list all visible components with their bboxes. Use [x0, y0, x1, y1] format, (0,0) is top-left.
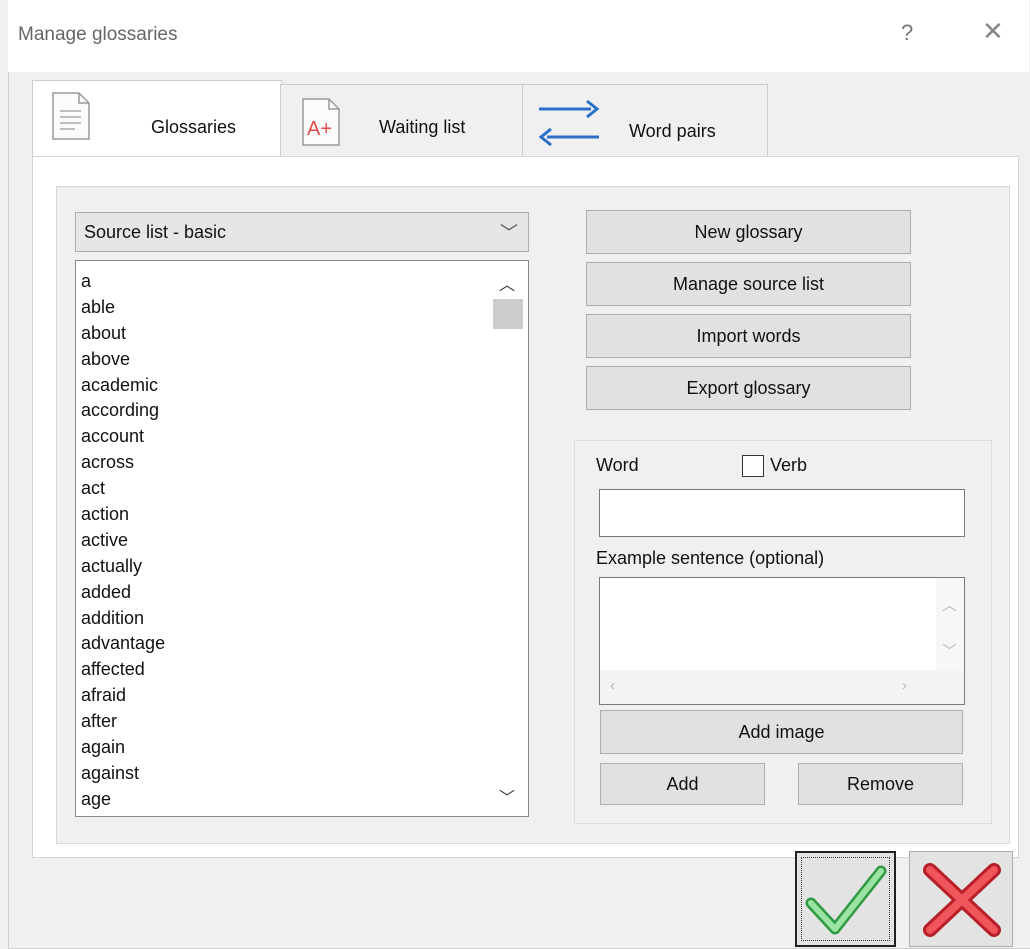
scroll-down-icon[interactable]: ﹀ [499, 784, 515, 808]
list-item[interactable]: afraid [81, 683, 165, 709]
tab-waiting-list-label: Waiting list [379, 117, 466, 137]
list-item[interactable]: actually [81, 554, 165, 580]
scroll-up-icon[interactable]: ︿ [942, 594, 957, 615]
list-item[interactable]: able [81, 295, 165, 321]
add-image-button[interactable]: Add image [600, 710, 963, 754]
list-item[interactable]: act [81, 476, 165, 502]
tab-glossaries-label: Glossaries [151, 117, 237, 137]
ok-button[interactable] [795, 851, 896, 947]
example-horizontal-scrollbar[interactable]: ‹ › [600, 670, 964, 704]
checkmark-icon [805, 865, 887, 935]
swap-arrows-icon [537, 95, 601, 156]
tab-word-pairs-label: Word pairs [629, 121, 716, 141]
word-list[interactable]: a able about above academic according account a… [75, 260, 529, 817]
source-list-value: Source list - basic [84, 222, 227, 242]
source-list-select[interactable]: Source list - basic ﹀ [75, 212, 529, 252]
scroll-right-icon[interactable]: › [902, 677, 907, 694]
add-button[interactable]: Add [600, 763, 765, 805]
list-item[interactable]: a [81, 269, 165, 295]
list-item[interactable]: addition [81, 606, 165, 632]
scroll-up-icon[interactable]: ︿ [499, 271, 515, 295]
example-vertical-scrollbar[interactable]: ︿ ﹀ [936, 578, 964, 672]
document-icon [51, 91, 91, 146]
help-button[interactable]: ? [901, 20, 913, 46]
word-list-scrollbar[interactable]: ︿ ﹀ [492, 261, 528, 816]
scroll-thumb[interactable] [493, 299, 523, 329]
remove-button[interactable]: Remove [798, 763, 963, 805]
title-bar: Manage glossaries ? ✕ [8, 0, 1029, 72]
export-glossary-button[interactable]: Export glossary [586, 366, 911, 410]
grade-a-plus-icon: A+ [301, 97, 341, 152]
list-item[interactable]: account [81, 424, 165, 450]
list-item[interactable]: according [81, 398, 165, 424]
window-title: Manage glossaries [18, 24, 178, 45]
list-item[interactable]: active [81, 528, 165, 554]
list-item[interactable]: action [81, 502, 165, 528]
close-button[interactable]: ✕ [982, 16, 1004, 47]
tab-glossaries[interactable]: Glossaries [32, 80, 282, 161]
list-item[interactable]: affected [81, 657, 165, 683]
word-list-items: a able about above academic according account a… [81, 269, 165, 813]
list-item[interactable]: across [81, 450, 165, 476]
import-words-button[interactable]: Import words [586, 314, 911, 358]
chevron-down-icon: ﹀ [500, 223, 518, 243]
scroll-down-icon[interactable]: ﹀ [942, 640, 957, 661]
word-label: Word [596, 455, 639, 475]
verb-label: Verb [770, 455, 808, 475]
list-item[interactable]: above [81, 347, 165, 373]
manage-source-list-button[interactable]: Manage source list [586, 262, 911, 306]
word-input[interactable] [599, 489, 965, 537]
scroll-left-icon[interactable]: ‹ [610, 677, 615, 694]
example-sentence-textarea[interactable]: ︿ ﹀ ‹ › [599, 577, 965, 705]
list-item[interactable]: academic [81, 373, 165, 399]
verb-checkbox[interactable] [742, 455, 764, 477]
new-glossary-button[interactable]: New glossary [586, 210, 911, 254]
list-item[interactable]: age [81, 787, 165, 813]
tab-waiting-list[interactable]: A+ Waiting list [280, 84, 524, 159]
list-item[interactable]: about [81, 321, 165, 347]
list-item[interactable]: added [81, 580, 165, 606]
example-sentence-label: Example sentence (optional) [596, 548, 825, 568]
list-item[interactable]: against [81, 761, 165, 787]
list-item[interactable]: advantage [81, 631, 165, 657]
list-item[interactable]: again [81, 735, 165, 761]
tab-word-pairs[interactable]: Word pairs [522, 84, 768, 159]
cancel-button[interactable] [909, 851, 1013, 947]
cross-icon [923, 863, 1001, 937]
svg-text:A+: A+ [307, 118, 332, 140]
list-item[interactable]: after [81, 709, 165, 735]
